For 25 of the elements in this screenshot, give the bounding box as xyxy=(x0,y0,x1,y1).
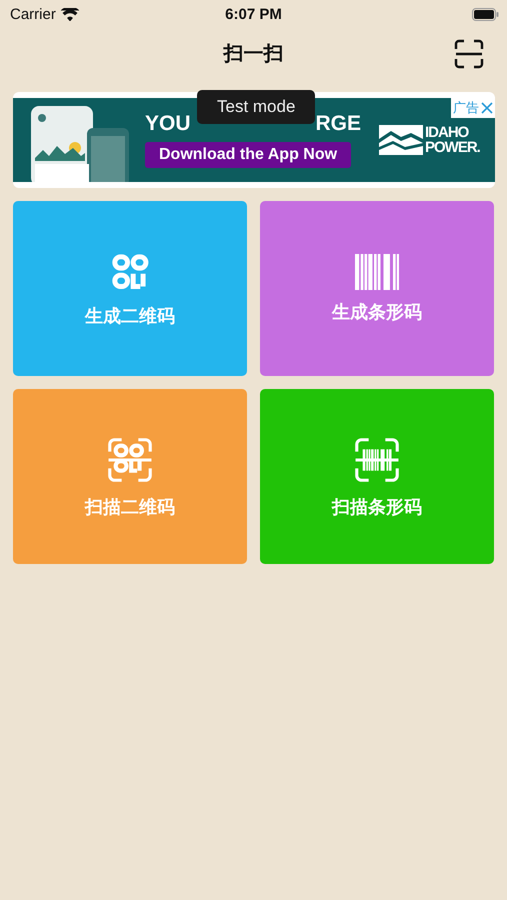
download-app-button[interactable]: Download the App Now xyxy=(145,142,352,168)
tile-label: 生成条形码 xyxy=(332,300,422,324)
feature-tile[interactable]: 扫描条形码 xyxy=(260,389,494,564)
feature-tile[interactable]: 生成条形码 xyxy=(260,201,494,376)
tile-label: 扫描条形码 xyxy=(332,496,422,518)
feature-tile[interactable]: 扫描二维码 xyxy=(13,389,247,564)
battery-icon xyxy=(472,8,499,20)
close-icon[interactable] xyxy=(481,102,493,114)
feature-tile[interactable]: 生成二维码 xyxy=(13,201,247,376)
ad-banner[interactable]: Test mode 广告 YOU RGE Download the App Now IDAHO POWER. xyxy=(13,92,495,188)
ad-headline: RGE xyxy=(315,112,361,136)
scan-button[interactable] xyxy=(453,38,485,70)
brand-name: POWER. xyxy=(425,140,480,155)
mountain-logo-icon xyxy=(379,125,423,155)
test-mode-tooltip: Test mode xyxy=(197,90,316,124)
status-time: 6:07 PM xyxy=(225,6,282,22)
barcode-icon xyxy=(355,254,399,290)
nav-title: 扫一扫 xyxy=(224,42,284,66)
tile-label: 生成二维码 xyxy=(85,304,175,328)
wifi-icon xyxy=(60,8,79,20)
tile-label: 扫描二维码 xyxy=(85,496,175,518)
ad-label: 广告 xyxy=(453,99,479,117)
carrier-label: Carrier xyxy=(10,6,56,22)
brand-name: IDAHO xyxy=(425,125,470,140)
ad-headline: YOU xyxy=(145,112,191,136)
